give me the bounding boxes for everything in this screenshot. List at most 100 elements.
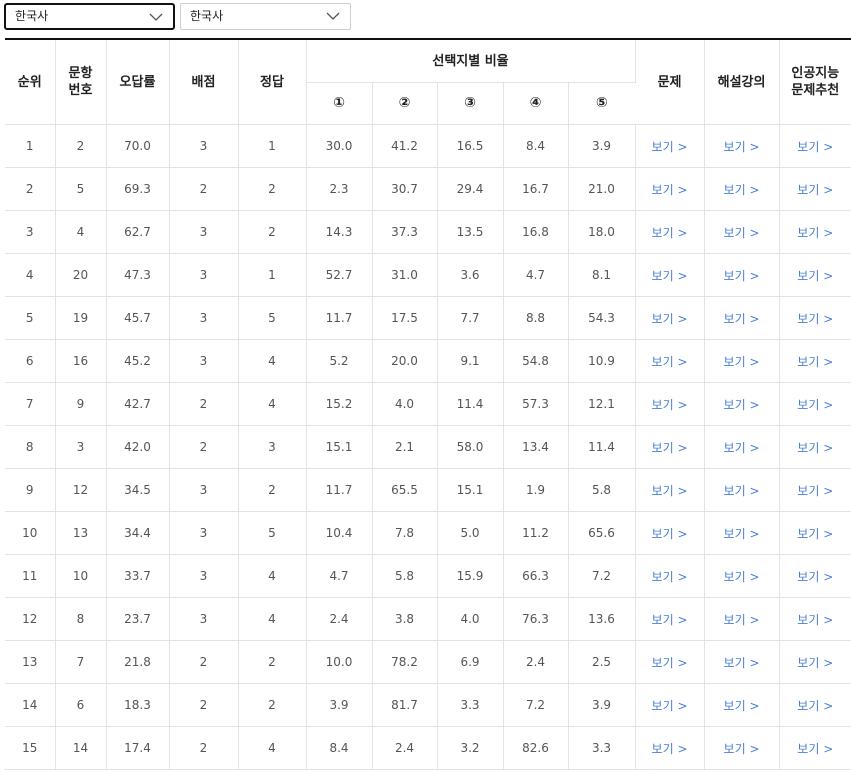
question-number-cell: 4 bbox=[55, 210, 107, 254]
view-question-link[interactable]: 보기 > bbox=[652, 269, 688, 283]
ai-recommend-cell: 보기 > bbox=[779, 210, 851, 254]
option-4-ratio-cell: 82.6 bbox=[503, 726, 569, 770]
view-ai-recommend-link[interactable]: 보기 > bbox=[797, 226, 833, 240]
view-lecture-link[interactable]: 보기 > bbox=[724, 312, 760, 326]
option-1-ratio-cell: 11.7 bbox=[306, 468, 373, 512]
view-question-link[interactable]: 보기 > bbox=[652, 699, 688, 713]
view-lecture-link[interactable]: 보기 > bbox=[724, 355, 760, 369]
view-lecture-link[interactable]: 보기 > bbox=[724, 226, 760, 240]
question-cell: 보기 > bbox=[635, 425, 705, 469]
view-ai-recommend-link[interactable]: 보기 > bbox=[797, 527, 833, 541]
chevron-down-icon bbox=[326, 12, 340, 20]
view-ai-recommend-link[interactable]: 보기 > bbox=[797, 656, 833, 670]
question-cell: 보기 > bbox=[635, 468, 705, 512]
subject-select-secondary[interactable]: 한국사 bbox=[180, 3, 351, 30]
option-1-ratio-cell: 10.4 bbox=[306, 511, 373, 555]
rank-cell: 9 bbox=[5, 468, 56, 512]
points-cell: 3 bbox=[169, 554, 239, 598]
view-question-link[interactable]: 보기 > bbox=[652, 398, 688, 412]
view-lecture-link[interactable]: 보기 > bbox=[724, 613, 760, 627]
question-number-cell: 13 bbox=[55, 511, 107, 555]
option-3-ratio-cell: 3.2 bbox=[437, 726, 504, 770]
view-lecture-link[interactable]: 보기 > bbox=[724, 742, 760, 756]
view-question-link[interactable]: 보기 > bbox=[652, 355, 688, 369]
view-question-link[interactable]: 보기 > bbox=[652, 570, 688, 584]
lecture-cell: 보기 > bbox=[704, 683, 780, 727]
view-lecture-link[interactable]: 보기 > bbox=[724, 570, 760, 584]
rank-cell: 8 bbox=[5, 425, 56, 469]
view-lecture-link[interactable]: 보기 > bbox=[724, 484, 760, 498]
view-question-link[interactable]: 보기 > bbox=[652, 312, 688, 326]
option-3-ratio-cell: 58.0 bbox=[437, 425, 504, 469]
ai-recommend-cell: 보기 > bbox=[779, 726, 851, 770]
view-lecture-link[interactable]: 보기 > bbox=[724, 398, 760, 412]
view-question-link[interactable]: 보기 > bbox=[652, 226, 688, 240]
view-ai-recommend-link[interactable]: 보기 > bbox=[797, 742, 833, 756]
answer-cell: 5 bbox=[238, 296, 307, 340]
view-ai-recommend-link[interactable]: 보기 > bbox=[797, 398, 833, 412]
table-row: 9 12 34.5 3 2 11.7 65.5 15.1 1.9 5.8 보기 > 보기 > 보기 > bbox=[5, 468, 851, 512]
question-cell: 보기 > bbox=[635, 124, 705, 168]
option-1-ratio-cell: 2.3 bbox=[306, 167, 373, 211]
view-question-link[interactable]: 보기 > bbox=[652, 484, 688, 498]
answer-cell: 4 bbox=[238, 726, 307, 770]
view-ai-recommend-link[interactable]: 보기 > bbox=[797, 570, 833, 584]
ai-recommend-cell: 보기 > bbox=[779, 597, 851, 641]
view-ai-recommend-link[interactable]: 보기 > bbox=[797, 183, 833, 197]
view-lecture-link[interactable]: 보기 > bbox=[724, 269, 760, 283]
view-ai-recommend-link[interactable]: 보기 > bbox=[797, 613, 833, 627]
view-question-link[interactable]: 보기 > bbox=[652, 183, 688, 197]
view-ai-recommend-link[interactable]: 보기 > bbox=[797, 269, 833, 283]
view-ai-recommend-link[interactable]: 보기 > bbox=[797, 441, 833, 455]
ai-recommend-cell: 보기 > bbox=[779, 683, 851, 727]
lecture-cell: 보기 > bbox=[704, 597, 780, 641]
subject-select-primary[interactable]: 한국사 bbox=[4, 3, 175, 30]
option-1-ratio-cell: 15.1 bbox=[306, 425, 373, 469]
answer-cell: 4 bbox=[238, 382, 307, 426]
question-cell: 보기 > bbox=[635, 382, 705, 426]
header-points: 배점 bbox=[169, 38, 239, 125]
view-question-link[interactable]: 보기 > bbox=[652, 527, 688, 541]
subject-select-secondary-value: 한국사 bbox=[190, 9, 224, 23]
view-lecture-link[interactable]: 보기 > bbox=[724, 527, 760, 541]
option-3-ratio-cell: 16.5 bbox=[437, 124, 504, 168]
option-2-ratio-cell: 31.0 bbox=[372, 253, 438, 297]
view-lecture-link[interactable]: 보기 > bbox=[724, 656, 760, 670]
wrong-rate-cell: 62.7 bbox=[106, 210, 170, 254]
view-ai-recommend-link[interactable]: 보기 > bbox=[797, 699, 833, 713]
view-ai-recommend-link[interactable]: 보기 > bbox=[797, 484, 833, 498]
option-5-ratio-cell: 8.1 bbox=[568, 253, 636, 297]
answer-cell: 4 bbox=[238, 339, 307, 383]
view-question-link[interactable]: 보기 > bbox=[652, 613, 688, 627]
question-cell: 보기 > bbox=[635, 726, 705, 770]
option-4-ratio-cell: 2.4 bbox=[503, 640, 569, 684]
view-ai-recommend-link[interactable]: 보기 > bbox=[797, 140, 833, 154]
view-lecture-link[interactable]: 보기 > bbox=[724, 441, 760, 455]
view-lecture-link[interactable]: 보기 > bbox=[724, 183, 760, 197]
rank-cell: 4 bbox=[5, 253, 56, 297]
header-answer: 정답 bbox=[238, 38, 307, 125]
option-1-ratio-cell: 8.4 bbox=[306, 726, 373, 770]
rank-cell: 3 bbox=[5, 210, 56, 254]
view-question-link[interactable]: 보기 > bbox=[652, 140, 688, 154]
view-ai-recommend-link[interactable]: 보기 > bbox=[797, 355, 833, 369]
view-lecture-link[interactable]: 보기 > bbox=[724, 699, 760, 713]
question-number-cell: 20 bbox=[55, 253, 107, 297]
option-2-ratio-cell: 78.2 bbox=[372, 640, 438, 684]
view-lecture-link[interactable]: 보기 > bbox=[724, 140, 760, 154]
view-ai-recommend-link[interactable]: 보기 > bbox=[797, 312, 833, 326]
option-3-ratio-cell: 15.1 bbox=[437, 468, 504, 512]
option-4-ratio-cell: 16.8 bbox=[503, 210, 569, 254]
answer-cell: 2 bbox=[238, 167, 307, 211]
view-question-link[interactable]: 보기 > bbox=[652, 742, 688, 756]
option-3-ratio-cell: 11.4 bbox=[437, 382, 504, 426]
view-question-link[interactable]: 보기 > bbox=[652, 656, 688, 670]
option-1-ratio-cell: 14.3 bbox=[306, 210, 373, 254]
option-5-ratio-cell: 18.0 bbox=[568, 210, 636, 254]
question-cell: 보기 > bbox=[635, 167, 705, 211]
table-row: 10 13 34.4 3 5 10.4 7.8 5.0 11.2 65.6 보기 > 보기 > 보기 > bbox=[5, 511, 851, 555]
option-5-ratio-cell: 5.8 bbox=[568, 468, 636, 512]
answer-cell: 5 bbox=[238, 511, 307, 555]
wrong-rate-cell: 18.3 bbox=[106, 683, 170, 727]
view-question-link[interactable]: 보기 > bbox=[652, 441, 688, 455]
